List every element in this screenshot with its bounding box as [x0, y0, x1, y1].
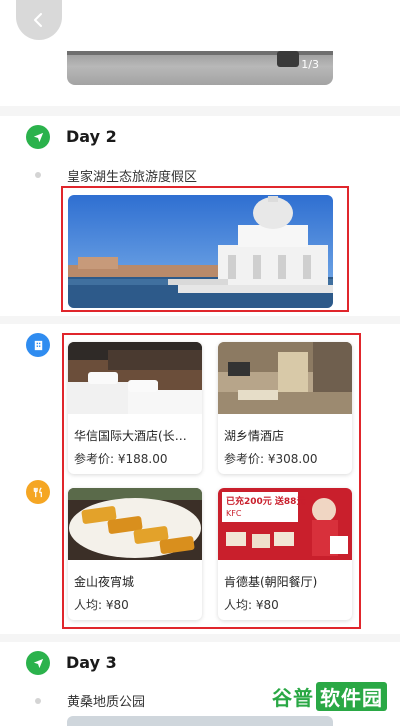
- restaurant-name: 肯德基(朝阳餐厅): [224, 575, 318, 589]
- back-button[interactable]: [16, 0, 62, 40]
- section-divider: [0, 634, 400, 642]
- hotel-room-image: [218, 342, 352, 414]
- restaurant-price: 人均: ¥80: [74, 598, 129, 612]
- hotel-price: 参考价: ¥188.00: [74, 452, 168, 466]
- fork-knife-icon: [26, 480, 50, 504]
- food-image: [68, 488, 202, 560]
- restaurant-card[interactable]: 金山夜宵城 人均: ¥80: [68, 488, 202, 620]
- day-title: Day 3: [66, 653, 117, 672]
- day-title: Day 2: [66, 127, 117, 146]
- chevron-left-icon: [34, 13, 42, 27]
- watermark-logo: 谷普 软件园: [272, 680, 394, 712]
- hotel-card[interactable]: 湖乡情酒店 参考价: ¥308.00: [218, 342, 352, 474]
- photo-vehicle: [277, 51, 299, 67]
- timeline-dot: [35, 172, 41, 178]
- timeline-dot: [35, 698, 41, 704]
- scenic-photo[interactable]: [68, 195, 333, 308]
- hotel-icon: [26, 333, 50, 357]
- ad-brand-text: KFC: [226, 509, 242, 518]
- section-divider: [0, 106, 400, 116]
- place-name[interactable]: 皇家湖生态旅游度假区: [67, 166, 197, 185]
- restaurant-card[interactable]: 已充200元 送88元 KFC 肯德基(朝阳餐厅) 人均: ¥80: [218, 488, 352, 620]
- location-arrow-icon: [26, 651, 50, 675]
- hotel-price: 参考价: ¥308.00: [224, 452, 318, 466]
- gallery-page-indicator: 1/3: [301, 58, 319, 71]
- watermark-text-2: 软件园: [316, 681, 387, 711]
- restaurant-name: 金山夜宵城: [74, 575, 135, 589]
- watermark-text-1: 谷普: [272, 685, 314, 710]
- hotel-room-image: [68, 342, 202, 414]
- place-name[interactable]: 黄桑地质公园: [67, 691, 145, 710]
- hotel-card[interactable]: 华信国际大酒店(长春... 参考价: ¥188.00: [68, 342, 202, 474]
- photo-gallery[interactable]: 1/3: [67, 51, 333, 85]
- photo-gallery[interactable]: [67, 716, 333, 726]
- kfc-ad-image: 已充200元 送88元 KFC: [218, 488, 352, 560]
- section-divider: [0, 316, 400, 324]
- hotel-name: 华信国际大酒店(长春...: [74, 429, 198, 443]
- ad-promo-text: 已充200元 送88元: [226, 495, 305, 507]
- palace-lake-image: [68, 195, 333, 308]
- location-arrow-icon: [26, 125, 50, 149]
- hotel-name: 湖乡情酒店: [224, 429, 285, 443]
- restaurant-price: 人均: ¥80: [224, 598, 279, 612]
